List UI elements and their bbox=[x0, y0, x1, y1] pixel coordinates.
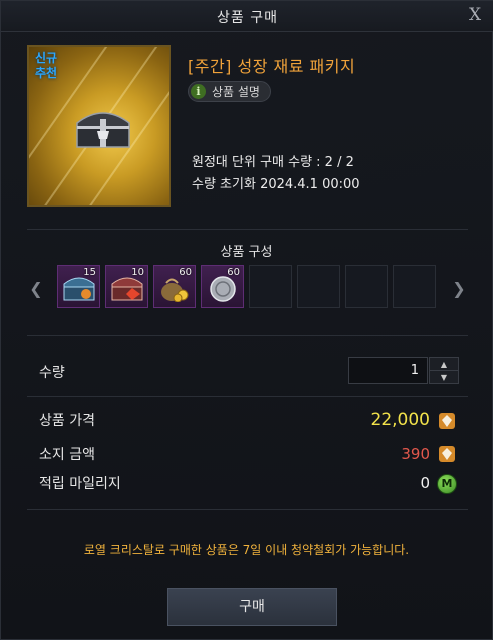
royal-crystal-icon bbox=[439, 413, 455, 429]
quantity-label: 수량 bbox=[39, 365, 65, 381]
buy-button[interactable]: 구매 bbox=[167, 588, 337, 626]
purchase-limit-info: 원정대 단위 구매 수량 : 2 / 2 수량 초기화 2024.4.1 00:… bbox=[192, 152, 360, 196]
close-button[interactable]: X bbox=[464, 4, 486, 26]
quantity-stepper: ▲ ▼ bbox=[429, 357, 459, 384]
price-label: 상품 가격 bbox=[39, 413, 95, 429]
item-count: 10 bbox=[131, 267, 144, 278]
product-name: [주간] 성장 재료 패키지 bbox=[188, 57, 356, 76]
new-recommended-badge: 신규 추천 bbox=[35, 51, 57, 81]
product-image: 신규 추천 bbox=[27, 45, 171, 207]
badge-line-new: 신규 bbox=[35, 51, 58, 65]
empty-slot bbox=[393, 265, 436, 308]
item-count: 60 bbox=[227, 267, 240, 278]
empty-slot bbox=[249, 265, 292, 308]
badge-line-recommended: 추천 bbox=[35, 66, 58, 80]
item-slot[interactable]: 15 bbox=[57, 265, 100, 308]
item-count: 60 bbox=[179, 267, 192, 278]
purchase-dialog: 상품 구매 X 신규 추천 [주간] 성장 재료 패키지 i 상품 설명 원정대… bbox=[0, 0, 493, 640]
divider bbox=[27, 396, 468, 397]
dialog-title: 상품 구매 bbox=[217, 10, 278, 26]
composition-title: 상품 구성 bbox=[220, 245, 273, 260]
divider bbox=[27, 229, 468, 230]
quantity-reset-text: 수량 초기화 2024.4.1 00:00 bbox=[192, 177, 360, 192]
composition-slots: 15 10 60 60 bbox=[57, 265, 436, 308]
item-slot[interactable]: 60 bbox=[153, 265, 196, 308]
info-icon: i bbox=[191, 84, 206, 99]
item-slot[interactable]: 60 bbox=[201, 265, 244, 308]
chest-red-icon bbox=[111, 277, 143, 301]
product-description-button[interactable]: i 상품 설명 bbox=[188, 81, 271, 102]
owned-amount-value: 390 bbox=[401, 445, 430, 463]
empty-slot bbox=[345, 265, 388, 308]
chevron-right-icon[interactable]: ❯ bbox=[450, 279, 468, 299]
chevron-left-icon[interactable]: ❮ bbox=[27, 279, 45, 299]
divider bbox=[27, 335, 468, 336]
refund-notice: 로열 크리스탈로 구매한 상품은 7일 이내 청약철회가 가능합니다. bbox=[83, 543, 410, 557]
quantity-input[interactable]: 1 bbox=[348, 357, 428, 384]
item-count: 15 bbox=[83, 267, 96, 278]
mileage-value: 0 bbox=[420, 474, 430, 492]
price-value: 22,000 bbox=[370, 410, 430, 430]
item-slot[interactable]: 10 bbox=[105, 265, 148, 308]
owned-amount-label: 소지 금액 bbox=[39, 447, 95, 463]
decrease-quantity-button[interactable]: ▼ bbox=[430, 371, 458, 384]
product-description-label: 상품 설명 bbox=[212, 85, 260, 99]
royal-crystal-icon bbox=[439, 446, 455, 462]
empty-slot bbox=[297, 265, 340, 308]
gold-pouch-icon bbox=[161, 278, 189, 302]
treasure-chest-icon bbox=[76, 112, 130, 148]
title-bar: 상품 구매 X bbox=[1, 1, 493, 32]
mileage-icon: M bbox=[437, 474, 457, 494]
chest-blue-icon bbox=[63, 277, 95, 301]
mileage-label: 적립 마일리지 bbox=[39, 476, 121, 492]
purchase-limit-text: 원정대 단위 구매 수량 : 2 / 2 bbox=[192, 155, 354, 170]
increase-quantity-button[interactable]: ▲ bbox=[430, 358, 458, 371]
divider bbox=[27, 509, 468, 510]
silver-coin-icon bbox=[210, 276, 236, 302]
